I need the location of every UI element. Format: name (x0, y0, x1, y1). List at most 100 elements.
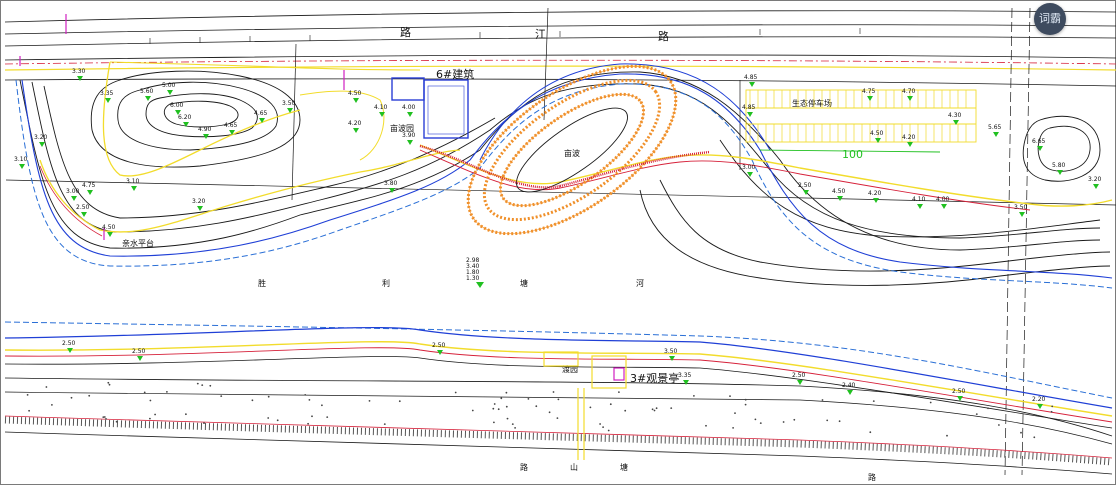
road-label-char: 山 (570, 462, 578, 472)
terrain-dot (1050, 410, 1053, 413)
elevation-label: 4.85 (742, 104, 756, 111)
elevation-label: 2.50 (62, 340, 76, 347)
elevation-label: 6.20 (178, 114, 192, 121)
elevation-label: 4.50 (102, 224, 116, 231)
terrain-dot (505, 405, 508, 408)
elevation-label: 3.20 (34, 134, 48, 141)
elevation-label: 3.90 (402, 132, 416, 139)
terrain-dot (276, 419, 279, 422)
terrain-dot (203, 422, 205, 424)
terrain-dot (754, 418, 757, 421)
terrain-dot (149, 417, 151, 420)
terrain-dot (872, 400, 875, 402)
terrain-dot (821, 399, 824, 401)
elevation-label: 3.50 (282, 100, 296, 107)
terrain-dot (304, 394, 307, 396)
elevation-label: 4.65 (254, 110, 268, 117)
terrain-dot (454, 391, 457, 394)
elevation-label: 1.30 (466, 275, 480, 282)
road-label-char: 路 (400, 26, 411, 39)
terrain-dot (653, 409, 656, 412)
terrain-dot (398, 400, 401, 403)
elevation-label: 4.10 (912, 196, 926, 203)
elevation-label: 4.00 (402, 104, 416, 111)
terrain-dot (102, 416, 105, 418)
terrain-dot (599, 423, 601, 425)
terrain-dot (115, 420, 118, 423)
water-platform-label: 亲水平台 (122, 238, 154, 248)
terrain-dot (267, 417, 270, 419)
terrain-dot (527, 398, 530, 400)
terrain-dot (670, 407, 673, 409)
terrain-dot (998, 424, 1000, 426)
elevation-label: 5.60 (140, 88, 154, 95)
elevation-label: 4.75 (82, 182, 96, 189)
terrain-dot (826, 419, 829, 422)
terrain-dot (759, 422, 762, 424)
terrain-dot (705, 424, 707, 427)
terrain-dot (471, 409, 474, 412)
terrain-dot (149, 399, 152, 402)
elevation-label: 4.20 (348, 120, 362, 127)
elevation-label: 3.10 (126, 178, 140, 185)
terrain-dot (929, 401, 932, 404)
terrain-dot (492, 407, 495, 410)
elevation-label: 5.65 (988, 124, 1002, 131)
terrain-dot (497, 408, 500, 411)
road-label-char: 路 (658, 30, 669, 43)
elevation-label: 4.70 (902, 88, 916, 95)
elevation-label: 3.30 (72, 68, 86, 75)
terrain-dot (506, 417, 509, 420)
terrain-dot (651, 408, 654, 411)
elevation-label: 5.00 (162, 82, 176, 89)
terrain-dot (552, 391, 555, 393)
elevation-label: 2.50 (76, 204, 90, 211)
elevation-label: 3.50 (1014, 204, 1028, 211)
building-6-label: 6#建筑 (436, 67, 474, 81)
elevation-label: 3.80 (384, 180, 398, 187)
elevation-label: 4.85 (744, 74, 758, 81)
elevation-label: 6.65 (1032, 138, 1046, 145)
terrain-dot (493, 403, 496, 405)
elevation-label: 3.20 (192, 198, 206, 205)
terrain-dot (51, 404, 53, 406)
terrain-dot (1020, 431, 1022, 434)
river-label-char: 利 (382, 278, 390, 288)
elevation-label: 4.20 (902, 134, 916, 141)
terrain-dot (166, 391, 168, 393)
elevation-label: 4.30 (948, 112, 962, 119)
terrain-dot (557, 398, 560, 401)
elevation-label: 6.00 (170, 102, 184, 109)
terrain-dot (744, 398, 747, 401)
road-label-char: 路 (520, 462, 528, 472)
elevation-label: 2.50 (132, 348, 146, 355)
cad-site-plan: 路 江 路 胜 利 塘 河 2.98 3.40 1.80 1.30 路 山 塘 … (0, 0, 1116, 485)
terrain-dot (500, 397, 503, 400)
road-label-char: 江 (535, 28, 546, 41)
elevation-label: 2.20 (1032, 396, 1046, 403)
terrain-dot (556, 417, 559, 419)
terrain-dot (220, 395, 223, 397)
river-label-char: 河 (636, 278, 644, 288)
terrain-dot (107, 381, 110, 384)
terrain-dot (732, 427, 734, 429)
terrain-dot (45, 386, 48, 388)
terrain-dot (105, 418, 107, 420)
terrain-dot (607, 429, 610, 432)
terrain-dot (307, 422, 309, 425)
terrain-dot (624, 409, 627, 412)
terrain-dot (505, 391, 508, 394)
translator-floating-button[interactable]: 词霸 (1034, 3, 1066, 35)
drawing-frame (0, 0, 1116, 485)
terrain-dot (693, 395, 695, 397)
terrain-dot (975, 413, 978, 415)
terrain-dot (655, 407, 658, 410)
terrain-dot (383, 423, 386, 425)
terrain-dot (1033, 436, 1036, 439)
elevation-label: 3.00 (66, 188, 80, 195)
terrain-dot (609, 403, 612, 406)
building-3-label: 3#观景亭 (630, 371, 679, 385)
elevation-label: 4.65 (224, 122, 238, 129)
elevation-label: 3.20 (1088, 176, 1102, 183)
terrain-dot (88, 394, 91, 397)
